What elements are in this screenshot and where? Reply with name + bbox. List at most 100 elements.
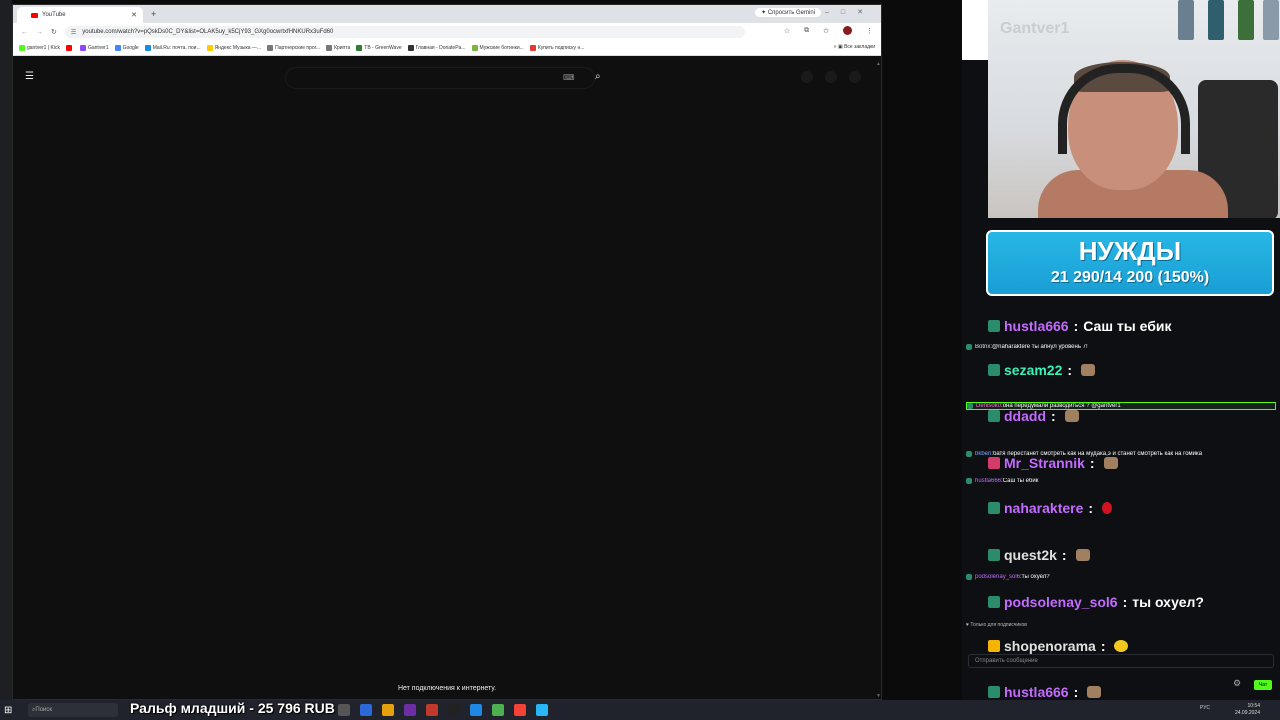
app-icon[interactable]: [448, 704, 460, 716]
goal-value: 21 290/14 200 (150%): [1050, 269, 1210, 286]
chat-send-button[interactable]: Чат: [1254, 680, 1272, 690]
browser-window: ⌄ YouTube ✕ + ✦ Спросить Gemini –□✕ ← → …: [12, 4, 882, 700]
app-icon[interactable]: [426, 704, 438, 716]
window-controls[interactable]: –□✕: [825, 8, 875, 16]
site-info-icon[interactable]: ☰: [71, 29, 76, 36]
search-input[interactable]: [285, 67, 595, 89]
taskbar-search[interactable]: ⌕ Поиск: [28, 703, 118, 717]
bookmark-item[interactable]: Партнерские прог...: [267, 45, 320, 51]
desktop-strip: [0, 0, 12, 700]
chat-feed-message: podsolenay_sol6: ты охуел?: [966, 574, 1274, 580]
header-actions: [801, 71, 861, 83]
bookmark-item[interactable]: Gantver1: [79, 45, 109, 51]
app-icon[interactable]: [382, 704, 394, 716]
bookmark-item[interactable]: [65, 45, 74, 51]
app-icon[interactable]: [338, 704, 350, 716]
start-icon[interactable]: ⊞: [4, 705, 18, 716]
scroll-down-icon[interactable]: ▼: [876, 693, 881, 699]
separator: :: [1073, 318, 1079, 334]
app-icon[interactable]: [404, 704, 416, 716]
scroll-up-icon[interactable]: ▲: [876, 61, 881, 67]
bookmark-label: Mail.Ru: почта, пои...: [152, 45, 201, 51]
donation-amount: - 25 796 RUB: [249, 700, 335, 716]
chat-username[interactable]: hustla666: [975, 478, 1001, 484]
address-bar[interactable]: ☰ youtube.com/watch?v=pQskDs0C_DY&list=O…: [64, 26, 745, 38]
goal-widget: НУЖДЫ 21 290/14 200 (150%): [986, 230, 1274, 296]
back-icon[interactable]: ←: [21, 29, 28, 36]
tab-youtube[interactable]: YouTube ✕: [17, 7, 143, 23]
bookmark-label: Главная - DonatePa...: [415, 45, 466, 51]
all-bookmarks-label: Все закладки: [844, 44, 875, 50]
bookmark-item[interactable]: Купить подписку н...: [529, 45, 584, 51]
chat-username[interactable]: hustla666: [1004, 684, 1069, 700]
bookmark-star-icon[interactable]: ☆: [784, 27, 790, 35]
app-icon[interactable]: [360, 704, 372, 716]
bookmark-icon: [144, 45, 151, 51]
chat-username[interactable]: quest2k: [1004, 547, 1057, 563]
search-icon[interactable]: ⌕: [595, 71, 601, 82]
bookmark-item[interactable]: Google: [114, 45, 139, 51]
chat-username[interactable]: hustla666: [1004, 318, 1069, 334]
notifications-icon[interactable]: [825, 71, 837, 83]
separator: :: [1067, 362, 1073, 378]
install-app-icon[interactable]: ⧉: [804, 27, 809, 35]
close-tab-icon[interactable]: ✕: [131, 11, 137, 19]
browser-menu-icon[interactable]: ⋮: [866, 27, 873, 35]
bookmark-item[interactable]: Крипта: [326, 45, 350, 51]
chat-input[interactable]: Отправить сообщение: [968, 654, 1274, 668]
tray-lang[interactable]: РУС: [1200, 705, 1210, 711]
chat-username[interactable]: naharaktere: [1004, 500, 1083, 516]
chat-message: naharaktere:: [988, 500, 1274, 516]
bookmark-item[interactable]: gantver1 | Kick: [19, 45, 60, 51]
scrollbar[interactable]: ▲ ▼: [875, 61, 881, 699]
extensions-icon[interactable]: ✩: [823, 27, 829, 35]
account-icon[interactable]: [849, 71, 861, 83]
tab-title: YouTube: [42, 12, 66, 18]
app-icon[interactable]: [514, 704, 526, 716]
separator: :: [1073, 684, 1079, 700]
chat-username[interactable]: ddadd: [1004, 408, 1046, 424]
chat-text: ты охуел?: [1132, 594, 1204, 610]
chat-username[interactable]: Mr_Strannik: [1004, 455, 1085, 471]
hamburger-menu-icon[interactable]: ☰: [25, 71, 34, 82]
keyboard-icon[interactable]: ⌨: [563, 73, 575, 82]
chat-username[interactable]: Botrix: [975, 344, 990, 350]
bookmark-item[interactable]: Мужские ботинки...: [471, 45, 524, 51]
reload-icon[interactable]: ↻: [51, 28, 57, 36]
new-tab-button[interactable]: +: [151, 9, 156, 19]
app-icon[interactable]: [470, 704, 482, 716]
chat-username[interactable]: sezam22: [1004, 362, 1062, 378]
kick-tab-strip: [962, 0, 990, 60]
chat-settings-icon[interactable]: ⚙: [1233, 678, 1241, 689]
chat-placeholder: Отправить сообщение: [975, 658, 1038, 664]
bookmark-item[interactable]: TB - GreenWave: [356, 45, 402, 51]
chrome-icon[interactable]: [492, 704, 504, 716]
profile-avatar[interactable]: [843, 26, 852, 35]
bookmark-icon: [326, 45, 333, 51]
forward-icon[interactable]: →: [36, 29, 43, 36]
subscribers-only-notice: ♥ Только для подписчиков: [966, 622, 1027, 628]
bookmark-label: Google: [122, 45, 139, 51]
chat-username[interactable]: Denisok0: [976, 403, 1001, 409]
chat-message: shopenorama:: [988, 638, 1274, 654]
all-bookmarks[interactable]: » ▣ Все закладки: [834, 44, 875, 50]
separator: :: [1061, 547, 1067, 563]
taskbar-clock[interactable]: 10:54 24.09.2024: [1235, 703, 1260, 717]
chat-username[interactable]: podsolenay_sol6: [975, 574, 1020, 580]
separator: :: [1089, 455, 1095, 471]
create-icon[interactable]: [801, 71, 813, 83]
bookmark-item[interactable]: Mail.Ru: почта, пои...: [144, 45, 201, 51]
chat-username[interactable]: shopenorama: [1004, 638, 1096, 654]
bookmark-label: Партнерские прог...: [275, 45, 321, 51]
bookmark-item[interactable]: Яндекс Музыка —...: [206, 45, 261, 51]
chat-feed-message: hustla666: Саш ты ебик: [966, 478, 1274, 484]
chat-username[interactable]: podsolenay_sol6: [1004, 594, 1118, 610]
user-badge-icon: [988, 364, 1000, 376]
ask-gemini-button[interactable]: ✦ Спросить Gemini: [755, 8, 821, 17]
address-row: ← → ↻ ☰ youtube.com/watch?v=pQskDs0C_DY&…: [13, 23, 881, 41]
app-icon[interactable]: [536, 704, 548, 716]
bookmark-item[interactable]: Главная - DonatePa...: [407, 45, 466, 51]
donation-ticker: Ральф младший - 25 796 RUB: [130, 700, 335, 716]
bookmark-icon: [19, 45, 25, 51]
chat-username[interactable]: bkben: [975, 451, 991, 457]
